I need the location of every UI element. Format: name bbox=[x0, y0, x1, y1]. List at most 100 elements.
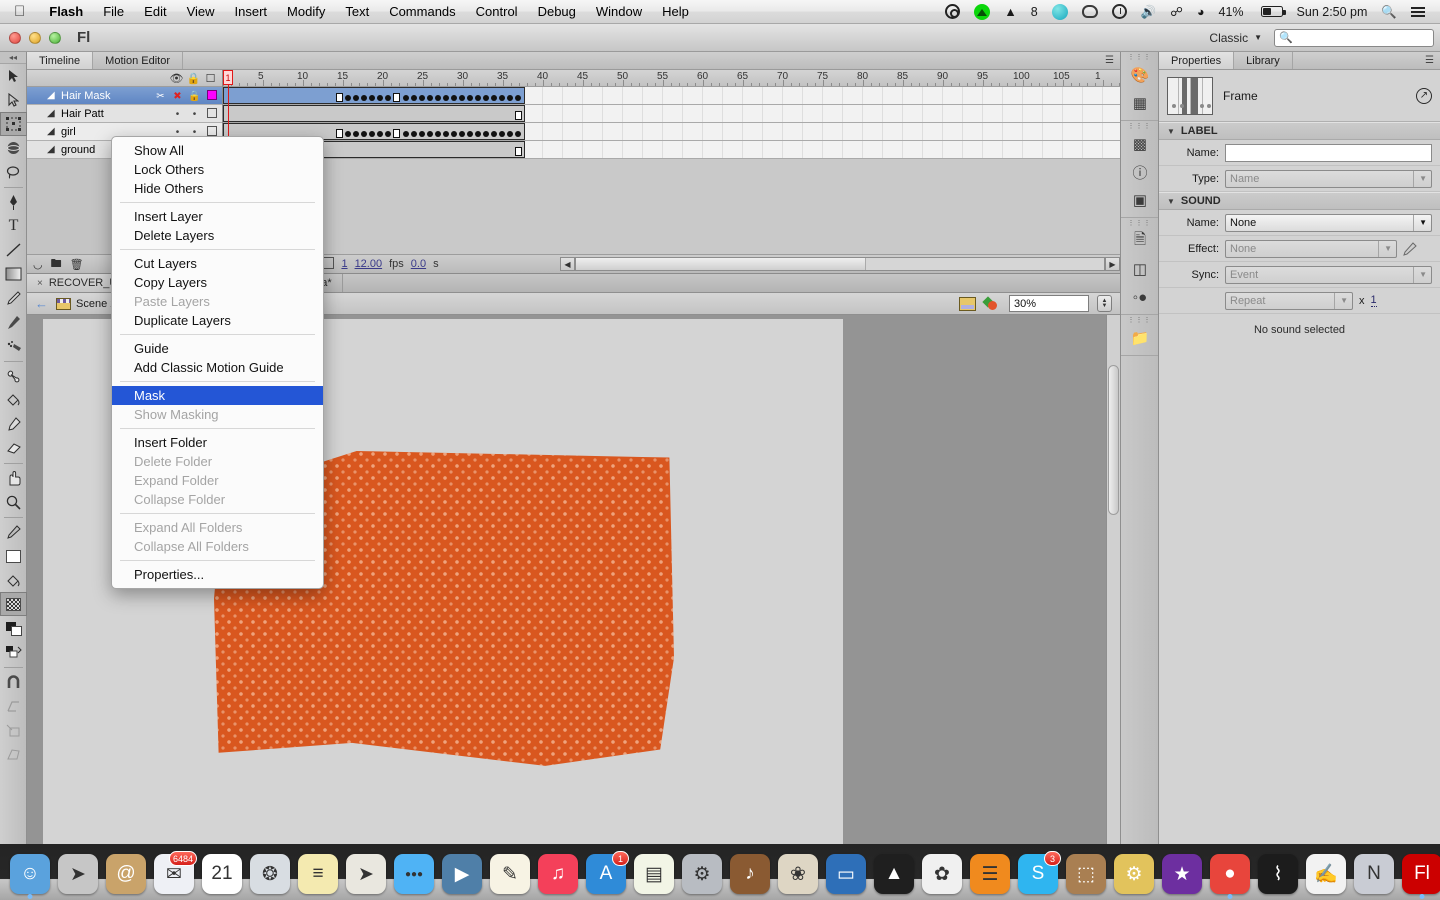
notes-icon[interactable]: ≡ bbox=[296, 852, 340, 896]
layer-context-menu[interactable]: Show All Lock Others Hide Others Insert … bbox=[111, 136, 324, 589]
paint-bucket-tool[interactable] bbox=[0, 388, 27, 412]
scale-option[interactable] bbox=[0, 742, 27, 766]
keyframe-empty[interactable] bbox=[336, 129, 343, 138]
keyframe[interactable] bbox=[451, 95, 457, 101]
menu-item-help[interactable]: Help bbox=[652, 0, 699, 24]
keyframe[interactable] bbox=[361, 131, 367, 137]
keyframe[interactable] bbox=[403, 131, 409, 137]
battery-icon[interactable] bbox=[1251, 6, 1290, 17]
motion-presets-icon[interactable]: ◦● bbox=[1121, 283, 1159, 311]
context-item-cut-layers[interactable]: Cut Layers bbox=[112, 254, 323, 273]
keyframe[interactable] bbox=[491, 95, 497, 101]
keyframe[interactable] bbox=[345, 131, 351, 137]
keyframe-empty[interactable] bbox=[515, 111, 522, 120]
minimize-window-button[interactable] bbox=[29, 31, 41, 44]
stroke-color-tool[interactable] bbox=[0, 520, 27, 544]
keyframe[interactable] bbox=[353, 131, 359, 137]
frame-row-ground[interactable] bbox=[223, 141, 1120, 159]
edit-scene-icon[interactable] bbox=[959, 296, 976, 311]
tab-library[interactable]: Library bbox=[1234, 52, 1293, 69]
fill-color-swatch[interactable] bbox=[0, 544, 27, 568]
sound-name-select[interactable]: None ▼ bbox=[1225, 213, 1432, 232]
textedit-icon[interactable]: ✍ bbox=[1304, 852, 1348, 896]
workspace-switcher[interactable]: Classic ▼ bbox=[1203, 29, 1268, 47]
layer-color-swatch[interactable] bbox=[203, 89, 220, 103]
mail-icon[interactable]: ✉ 6484 bbox=[152, 851, 197, 896]
outline-square-icon[interactable]: ☐ bbox=[202, 72, 219, 85]
messages-icon[interactable]: ●●● bbox=[392, 852, 436, 896]
keyframe-empty[interactable] bbox=[393, 93, 400, 102]
dropbox-icon[interactable] bbox=[967, 3, 997, 20]
tab-motion-editor[interactable]: Motion Editor bbox=[93, 52, 183, 69]
tab-properties[interactable]: Properties bbox=[1159, 52, 1235, 69]
keyframe[interactable] bbox=[369, 95, 375, 101]
smooth-option[interactable] bbox=[0, 694, 27, 718]
spotlight-search-icon[interactable]: 🔍 bbox=[1374, 0, 1404, 24]
keyframe[interactable] bbox=[435, 131, 441, 137]
keyframe[interactable] bbox=[499, 131, 505, 137]
keyframe[interactable] bbox=[419, 95, 425, 101]
bone-tool[interactable] bbox=[0, 364, 27, 388]
keyframe[interactable] bbox=[377, 95, 383, 101]
align-icon[interactable]: ▩ bbox=[1121, 130, 1159, 158]
timeline-ruler[interactable]: 1 5 10 15 20 25 30 35 40 45 50 55 60 65 … bbox=[223, 70, 1120, 87]
snap-to-objects-option[interactable] bbox=[0, 670, 27, 694]
keyframe[interactable] bbox=[411, 131, 417, 137]
frame-row-hair-pattern[interactable] bbox=[223, 105, 1120, 123]
calendar-icon[interactable]: 21 bbox=[200, 852, 244, 896]
keyframe[interactable] bbox=[451, 131, 457, 137]
keyframe[interactable] bbox=[491, 131, 497, 137]
flash-icon[interactable]: Fl bbox=[1400, 852, 1440, 899]
sound-repeat-select[interactable]: Repeat ▼ bbox=[1225, 291, 1353, 310]
sync-icon[interactable] bbox=[1045, 3, 1075, 20]
apple-logo-icon[interactable]:  bbox=[14, 4, 25, 19]
menu-item-debug[interactable]: Debug bbox=[528, 0, 586, 24]
scroll-track[interactable] bbox=[575, 257, 1105, 271]
timeline-panel-menu-icon[interactable]: ☰ bbox=[1099, 52, 1120, 69]
hand-tool[interactable] bbox=[0, 466, 27, 490]
chrome-icon[interactable]: ● bbox=[1208, 852, 1252, 899]
keyframe-empty[interactable] bbox=[336, 93, 343, 102]
keyframe[interactable] bbox=[419, 131, 425, 137]
keyframe[interactable] bbox=[499, 95, 505, 101]
keyframe[interactable] bbox=[443, 95, 449, 101]
clock-label[interactable]: Sun 2:50 pm bbox=[1290, 0, 1375, 24]
keyframe[interactable] bbox=[459, 95, 465, 101]
keyframe[interactable] bbox=[483, 95, 489, 101]
swatches-icon[interactable]: ▦ bbox=[1121, 89, 1159, 117]
actions-icon[interactable]: 🗎 bbox=[1121, 227, 1159, 255]
context-item-guide[interactable]: Guide bbox=[112, 339, 323, 358]
edit-symbols-icon[interactable] bbox=[982, 296, 1001, 311]
subselection-tool[interactable] bbox=[0, 88, 27, 112]
facetime-icon[interactable]: ▶ bbox=[440, 852, 484, 896]
properties-panel-menu-icon[interactable]: ☰ bbox=[1419, 52, 1440, 69]
scroll-thumb[interactable] bbox=[1108, 365, 1119, 515]
keyframe[interactable] bbox=[345, 95, 351, 101]
wifi-icon[interactable]: ◕ bbox=[1190, 0, 1212, 24]
context-item-show-all[interactable]: Show All bbox=[112, 141, 323, 160]
stuffit-icon[interactable]: ⚙ bbox=[1112, 852, 1156, 896]
no-color-swatch[interactable] bbox=[0, 592, 27, 616]
rail-drag-handle[interactable]: ⋮⋮⋮ bbox=[1121, 52, 1158, 61]
context-item-insert-folder[interactable]: Insert Folder bbox=[112, 433, 323, 452]
section-header-sound[interactable]: ▼ SOUND bbox=[1159, 192, 1440, 210]
keyframe[interactable] bbox=[483, 131, 489, 137]
back-arrow-icon[interactable]: ← bbox=[35, 296, 48, 311]
tools-collapse-handle[interactable]: ◂◂ bbox=[0, 52, 26, 64]
rail-drag-handle[interactable]: ⋮⋮⋮ bbox=[1121, 218, 1158, 227]
menu-item-file[interactable]: File bbox=[93, 0, 134, 24]
menu-item-flash[interactable]: Flash bbox=[39, 0, 93, 24]
frame-row-girl[interactable] bbox=[223, 123, 1120, 141]
brush-tool[interactable] bbox=[0, 310, 27, 334]
maps-icon[interactable]: ➤ bbox=[344, 852, 388, 896]
zoom-tool[interactable] bbox=[0, 490, 27, 514]
layer-color-swatch[interactable] bbox=[203, 107, 220, 121]
x-icon[interactable]: ✖ bbox=[169, 91, 186, 102]
rail-drag-handle[interactable]: ⋮⋮⋮ bbox=[1121, 315, 1158, 324]
keyframe[interactable] bbox=[507, 131, 513, 137]
app-store-icon[interactable]: A1 bbox=[584, 851, 629, 896]
paint-bucket-fill-tool[interactable] bbox=[0, 568, 27, 592]
scroll-right-arrow[interactable]: ▶ bbox=[1105, 257, 1120, 271]
safari-icon[interactable]: ❂ bbox=[248, 852, 292, 896]
activity-monitor-icon[interactable]: ⌇ bbox=[1256, 852, 1300, 896]
